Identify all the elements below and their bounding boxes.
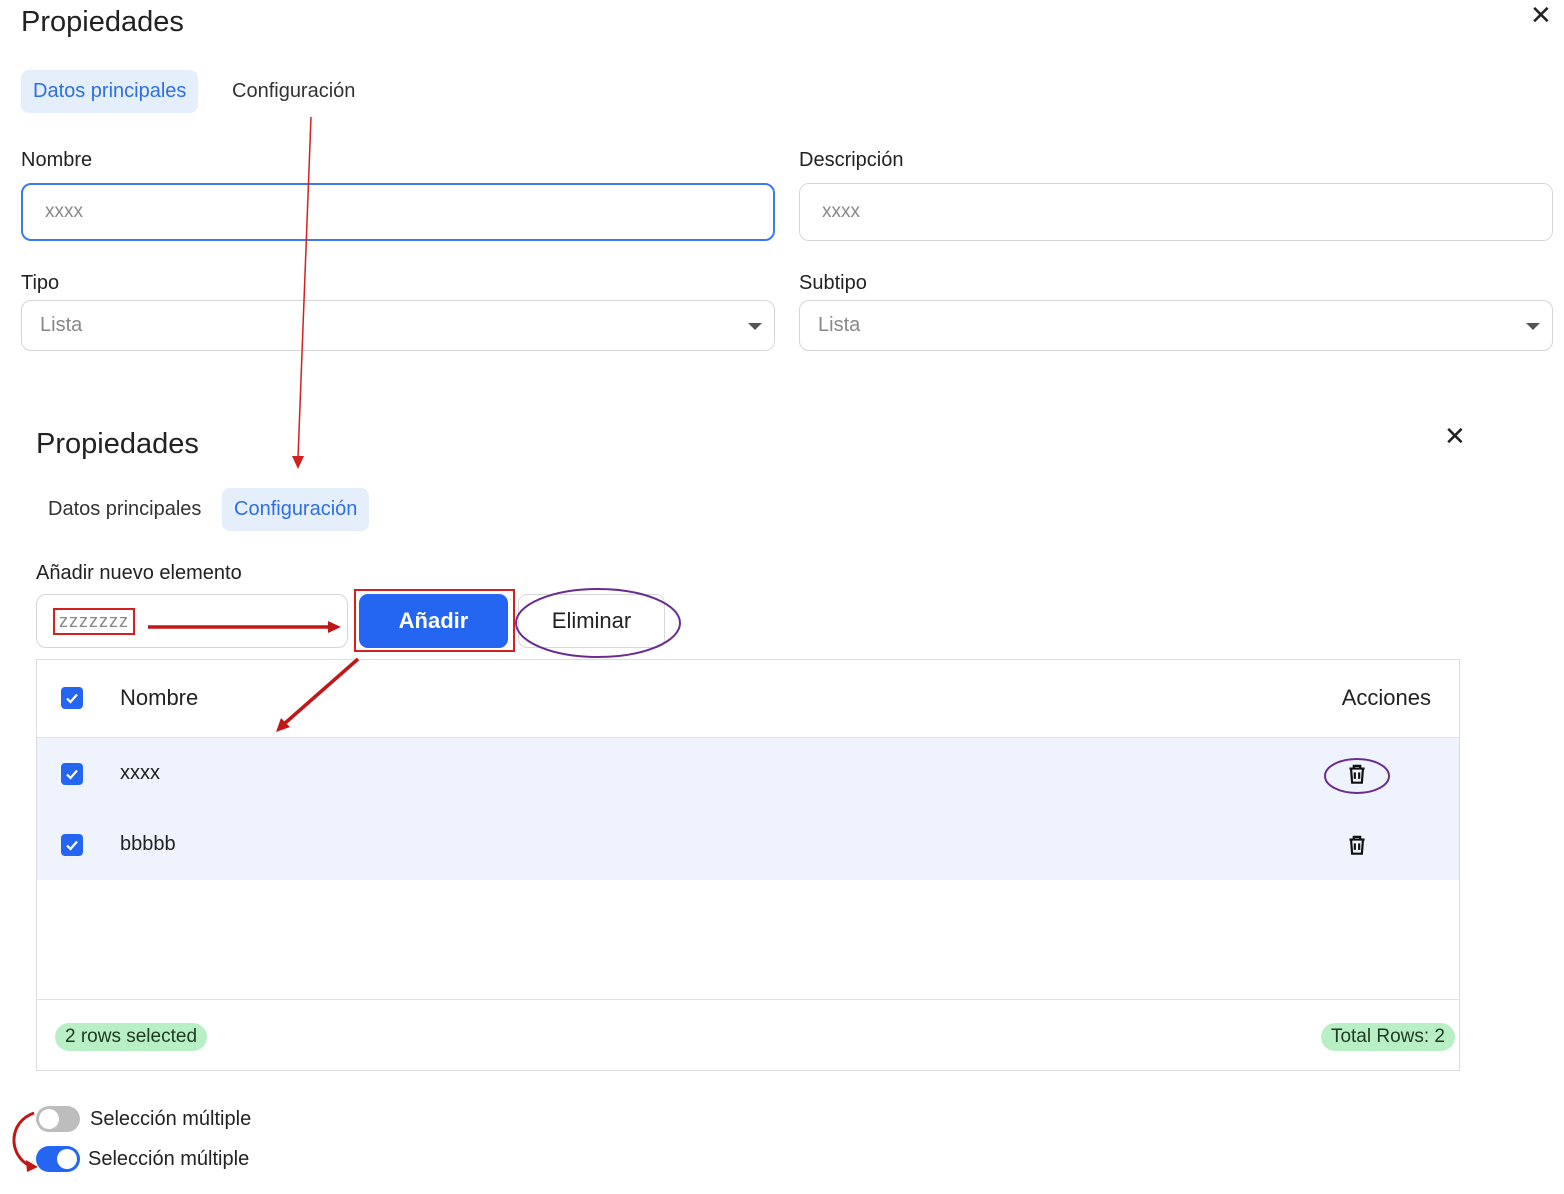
- data-grid: Nombre Acciones xxxx bbbbb 2 rows select…: [36, 659, 1460, 1071]
- tipo-select[interactable]: Lista: [21, 300, 775, 351]
- add-button[interactable]: Añadir: [359, 594, 508, 648]
- descripcion-input[interactable]: xxxx: [799, 183, 1553, 241]
- subtipo-select[interactable]: Lista: [799, 300, 1553, 351]
- tab-datos-principales[interactable]: Datos principales: [36, 488, 213, 531]
- toggle-knob: [57, 1149, 77, 1169]
- toggle-knob: [39, 1109, 59, 1129]
- row-name: bbbbb: [120, 833, 176, 855]
- selected-rows-badge: 2 rows selected: [55, 1023, 208, 1051]
- column-header-acciones: Acciones: [1341, 685, 1431, 710]
- toggle-label: Selección múltiple: [88, 1148, 250, 1170]
- select-all-checkbox[interactable]: [61, 687, 83, 709]
- trash-icon[interactable]: [1344, 761, 1370, 792]
- row-name: xxxx: [120, 762, 160, 784]
- descripcion-placeholder: xxxx: [822, 201, 860, 222]
- nombre-input[interactable]: xxxx: [21, 183, 775, 241]
- annotation-arrow-line: [297, 116, 312, 459]
- subtipo-value: Lista: [818, 314, 861, 336]
- close-icon[interactable]: ✕: [1444, 423, 1466, 449]
- page-title: Propiedades: [21, 6, 184, 38]
- total-rows-badge: Total Rows: 2: [1320, 1023, 1455, 1051]
- multi-select-toggle-off[interactable]: [36, 1106, 80, 1132]
- tab-datos-principales[interactable]: Datos principales: [21, 70, 199, 113]
- toggle-label: Selección múltiple: [90, 1108, 252, 1130]
- row-checkbox[interactable]: [61, 763, 83, 785]
- delete-button[interactable]: Eliminar: [518, 594, 665, 648]
- trash-icon[interactable]: [1344, 832, 1370, 863]
- close-icon[interactable]: ✕: [1530, 2, 1552, 28]
- nombre-label: Nombre: [21, 149, 93, 171]
- tab-configuracion[interactable]: Configuración: [220, 70, 367, 113]
- table-header: Nombre Acciones: [37, 660, 1459, 738]
- check-icon: [66, 693, 78, 704]
- table-row[interactable]: bbbbb: [37, 809, 1459, 880]
- check-icon: [66, 840, 78, 851]
- annotation-curved-arrow: [12, 1111, 35, 1168]
- add-element-label: Añadir nuevo elemento: [36, 562, 242, 584]
- chevron-down-icon: [748, 322, 762, 330]
- footer-divider: [37, 999, 1459, 1000]
- check-icon: [66, 769, 78, 780]
- tipo-value: Lista: [40, 314, 83, 336]
- subtipo-label: Subtipo: [799, 272, 867, 294]
- table-row[interactable]: xxxx: [37, 738, 1459, 809]
- page-title: Propiedades: [36, 428, 199, 460]
- new-element-input[interactable]: zzzzzzz: [36, 594, 348, 648]
- nombre-placeholder: xxxx: [45, 201, 83, 222]
- multi-select-toggle-on[interactable]: [36, 1146, 80, 1172]
- new-element-value: zzzzzzz: [53, 607, 135, 635]
- tipo-label: Tipo: [21, 272, 60, 294]
- column-header-nombre[interactable]: Nombre: [120, 685, 198, 711]
- row-checkbox[interactable]: [61, 834, 83, 856]
- descripcion-label: Descripción: [799, 149, 904, 171]
- chevron-down-icon: [1526, 322, 1540, 330]
- annotation-arrowhead: [292, 456, 304, 469]
- tab-configuracion[interactable]: Configuración: [222, 488, 370, 531]
